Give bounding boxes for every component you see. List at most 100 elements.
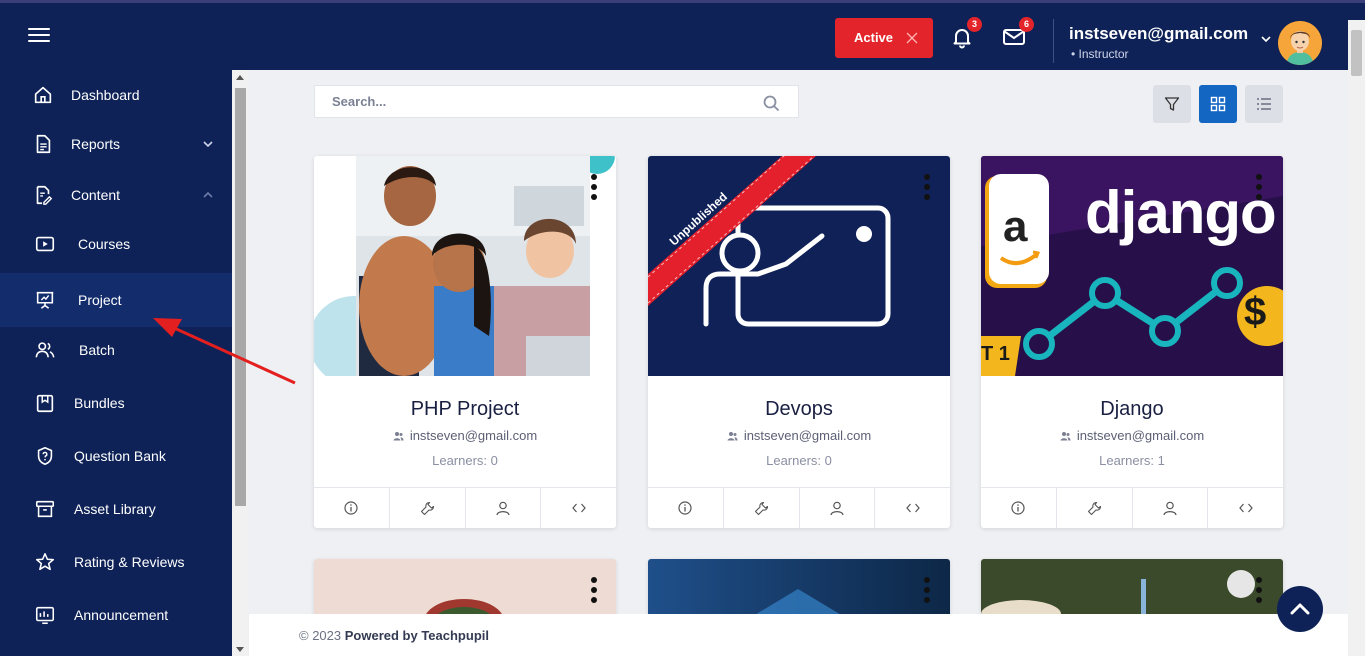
learners-count: Learners: 0 bbox=[432, 453, 498, 468]
avatar[interactable] bbox=[1278, 21, 1322, 65]
announcement-icon bbox=[35, 606, 55, 625]
sidebar-item-announcement[interactable]: Announcement bbox=[0, 590, 232, 640]
messages-button[interactable]: 6 bbox=[1002, 17, 1034, 49]
settings-button[interactable] bbox=[390, 488, 466, 528]
chevron-down-icon[interactable] bbox=[202, 140, 214, 148]
project-title[interactable]: Devops bbox=[648, 398, 950, 421]
learners-count: Learners: 1 bbox=[1099, 453, 1165, 468]
users-icon bbox=[393, 432, 404, 441]
learners-button[interactable] bbox=[800, 488, 876, 528]
embed-button[interactable] bbox=[875, 488, 950, 528]
grid-icon bbox=[1210, 96, 1226, 112]
search-input[interactable] bbox=[315, 86, 755, 117]
project-thumbnail: Unpublished bbox=[648, 156, 950, 376]
more-options-icon[interactable] bbox=[923, 576, 931, 604]
learners-count: Learners: 0 bbox=[766, 453, 832, 468]
annotation-arrow-icon bbox=[153, 318, 296, 385]
more-options-icon[interactable] bbox=[590, 576, 598, 604]
sidebar-item-label: Batch bbox=[79, 342, 115, 358]
list-view-button[interactable] bbox=[1245, 85, 1283, 123]
project-title[interactable]: Django bbox=[981, 398, 1283, 421]
user-email[interactable]: instseven@gmail.com bbox=[1069, 24, 1248, 44]
edit-document-icon bbox=[36, 185, 53, 205]
wrench-icon bbox=[1087, 501, 1101, 515]
info-icon bbox=[344, 501, 358, 515]
more-options-icon[interactable] bbox=[590, 173, 598, 201]
search-icon[interactable] bbox=[763, 95, 780, 112]
chevron-down-icon[interactable] bbox=[1260, 35, 1272, 43]
sidebar-item-rating-reviews[interactable]: Rating & Reviews bbox=[0, 537, 232, 587]
chevron-up-icon[interactable] bbox=[202, 191, 214, 199]
user-icon bbox=[830, 501, 844, 515]
sidebar-item-asset-library[interactable]: Asset Library bbox=[0, 484, 232, 534]
sidebar-item-question-bank[interactable]: Question Bank bbox=[0, 431, 232, 481]
video-icon bbox=[35, 236, 55, 252]
list-icon bbox=[1257, 98, 1271, 110]
more-options-icon[interactable] bbox=[1255, 173, 1263, 201]
more-options-icon[interactable] bbox=[1255, 576, 1263, 604]
project-author: instseven@gmail.com bbox=[314, 428, 616, 443]
sidebar-item-label: Asset Library bbox=[74, 501, 156, 517]
info-button[interactable] bbox=[981, 488, 1057, 528]
sidebar-item-label: Bundles bbox=[74, 395, 125, 411]
project-card[interactable] bbox=[314, 559, 616, 619]
scroll-to-top-button[interactable] bbox=[1277, 586, 1323, 632]
sidebar-item-label: Announcement bbox=[74, 607, 169, 623]
project-card[interactable] bbox=[648, 559, 950, 619]
project-thumbnail bbox=[981, 559, 1283, 619]
learners-button[interactable] bbox=[466, 488, 542, 528]
info-icon bbox=[1011, 501, 1025, 515]
project-thumbnail bbox=[648, 559, 950, 619]
author-email: instseven@gmail.com bbox=[1076, 428, 1205, 443]
project-title[interactable]: PHP Project bbox=[314, 398, 616, 421]
embed-button[interactable] bbox=[1208, 488, 1283, 528]
grid-view-button[interactable] bbox=[1199, 85, 1237, 123]
sidebar-item-content[interactable]: Content bbox=[0, 170, 232, 220]
project-card[interactable]: PHP Project instseven@gmail.com Learners… bbox=[314, 156, 616, 528]
users-icon bbox=[727, 432, 738, 441]
info-button[interactable] bbox=[648, 488, 724, 528]
scrollbar-thumb[interactable] bbox=[1351, 30, 1362, 76]
project-card[interactable]: django T 1 $ a Django instseven@gmail.co… bbox=[981, 156, 1283, 528]
sidebar-item-label: Project bbox=[78, 292, 122, 308]
learners-button[interactable] bbox=[1133, 488, 1209, 528]
scroll-down-arrow-icon[interactable] bbox=[236, 647, 244, 652]
sidebar-item-label: Dashboard bbox=[71, 87, 140, 103]
code-icon bbox=[905, 503, 920, 513]
project-card[interactable]: Unpublished Devops instseven@gmail.com L… bbox=[648, 156, 950, 528]
user-icon bbox=[496, 501, 510, 515]
author-email: instseven@gmail.com bbox=[743, 428, 872, 443]
sidebar-item-label: Question Bank bbox=[74, 448, 166, 464]
sidebar-item-label: Reports bbox=[71, 136, 121, 152]
dollar-sign-icon: $ bbox=[1244, 290, 1267, 334]
scroll-up-arrow-icon[interactable] bbox=[236, 75, 244, 80]
top-header: Active 3 6 instseven@gmail.com • Instruc… bbox=[0, 0, 1365, 70]
project-card[interactable] bbox=[981, 559, 1283, 619]
author-email: instseven@gmail.com bbox=[409, 428, 538, 443]
project-author: instseven@gmail.com bbox=[981, 428, 1283, 443]
embed-button[interactable] bbox=[541, 488, 616, 528]
sidebar-item-dashboard[interactable]: Dashboard bbox=[0, 70, 232, 120]
document-icon bbox=[36, 134, 51, 154]
page-scrollbar[interactable] bbox=[1348, 20, 1365, 656]
message-count-badge: 6 bbox=[1019, 17, 1034, 32]
chevron-up-icon bbox=[1290, 603, 1310, 615]
filter-button[interactable] bbox=[1153, 85, 1191, 123]
sidebar-item-reports[interactable]: Reports bbox=[0, 119, 232, 169]
card-actions bbox=[648, 487, 950, 528]
users-icon bbox=[35, 342, 55, 358]
project-thumbnail bbox=[314, 156, 616, 376]
more-options-icon[interactable] bbox=[923, 173, 931, 201]
sidebar-item-courses[interactable]: Courses bbox=[0, 219, 232, 269]
settings-button[interactable] bbox=[1057, 488, 1133, 528]
star-icon bbox=[35, 552, 55, 571]
status-active-button[interactable]: Active bbox=[835, 18, 933, 58]
notifications-button[interactable]: 3 bbox=[950, 17, 982, 49]
info-button[interactable] bbox=[314, 488, 390, 528]
filter-icon bbox=[1164, 97, 1180, 111]
settings-button[interactable] bbox=[724, 488, 800, 528]
menu-toggle-icon[interactable] bbox=[28, 28, 50, 44]
scrollbar-thumb[interactable] bbox=[235, 88, 246, 506]
project-thumbnail: django T 1 $ a bbox=[981, 156, 1283, 376]
project-thumbnail bbox=[314, 559, 616, 619]
